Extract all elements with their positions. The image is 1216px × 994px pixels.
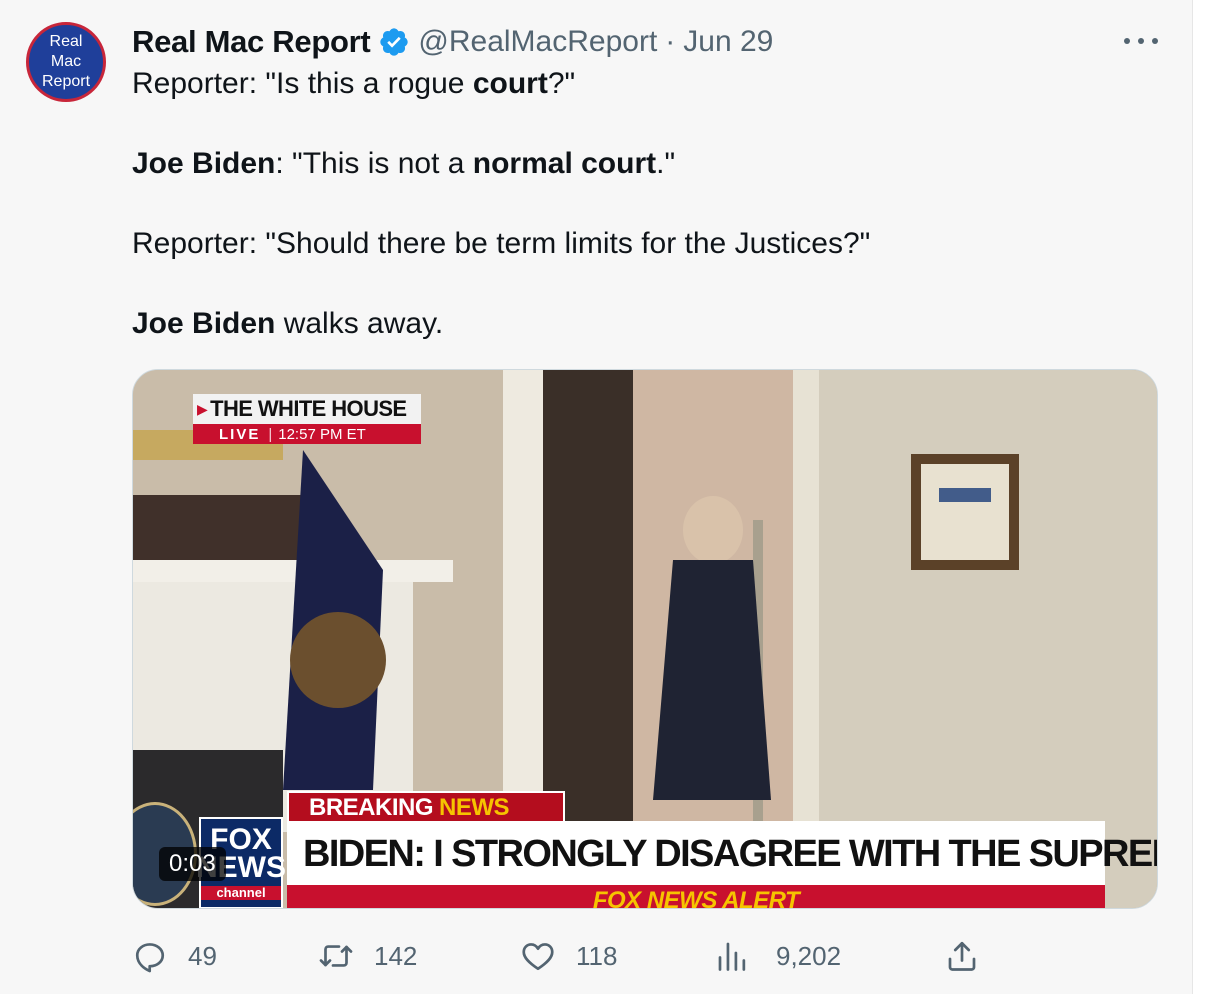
- avatar-line: Mac: [50, 53, 82, 70]
- scrollbar-gutter: [1192, 0, 1216, 994]
- display-name[interactable]: Real Mac Report: [132, 24, 371, 60]
- views-icon: [718, 942, 746, 971]
- tweet-text: Reporter: "Is this a rogue court?" Joe B…: [132, 64, 1152, 344]
- text-run: walks away.: [275, 307, 444, 340]
- avatar[interactable]: Real Mac Report: [26, 22, 106, 102]
- separator-dot: ·: [665, 25, 676, 58]
- play-triangle-icon: ▶: [197, 400, 208, 417]
- tweet-date[interactable]: Jun 29: [683, 25, 773, 59]
- views-count: 9,202: [776, 940, 842, 971]
- tweet-line: Reporter: "Should there be term limits f…: [132, 224, 1152, 264]
- text-run: Reporter: "Should there be term limits f…: [132, 227, 871, 260]
- like-count: 118: [576, 940, 618, 971]
- bold-text: Joe Biden: [132, 147, 276, 180]
- video-timestamp: 0:03: [159, 847, 226, 881]
- like-icon: [522, 943, 554, 971]
- more-icon[interactable]: [1124, 28, 1158, 54]
- headline-chyron: BIDEN: I STRONGLY DISAGREE WITH THE SUPR…: [287, 821, 1157, 887]
- breaking-label: BREAKING: [309, 794, 434, 821]
- live-chip: ▶ THE WHITE HOUSE LIVE | 12:57 PM ET: [193, 394, 421, 446]
- verified-badge-icon[interactable]: [378, 26, 410, 58]
- text-run: .": [656, 147, 676, 180]
- retweet-icon: [319, 945, 353, 967]
- bold-text: court: [472, 67, 548, 100]
- breaking-news-label: NEWS: [439, 794, 510, 821]
- reply-count: 49: [188, 940, 217, 971]
- retweet-count: 142: [374, 940, 418, 971]
- avatar-line: Real: [49, 33, 83, 50]
- reply-icon: [135, 943, 165, 973]
- retweet-button[interactable]: 142: [318, 935, 417, 977]
- alert-chyron: FOX NEWS ALERT: [287, 885, 1105, 908]
- tweet-header: Real Mac Report @RealMacReport · Jun 29: [132, 22, 773, 62]
- tweet-line: Joe Biden: "This is not a normal court.": [132, 144, 1152, 184]
- live-time: 12:57 PM ET: [278, 425, 366, 443]
- views-button[interactable]: 9,202: [714, 935, 841, 977]
- tweet-line: Reporter: "Is this a rogue court?": [132, 64, 1152, 104]
- video-player[interactable]: ▶ THE WHITE HOUSE LIVE | 12:57 PM ET BREA…: [132, 369, 1158, 909]
- text-run: ?": [547, 67, 576, 100]
- text-run: Reporter: "Is this a rogue: [132, 67, 473, 100]
- user-handle[interactable]: @RealMacReport: [418, 25, 657, 59]
- reply-button[interactable]: 49: [132, 935, 217, 977]
- share-icon: [948, 941, 976, 971]
- bold-text: normal court: [472, 147, 657, 180]
- like-button[interactable]: 118: [520, 935, 617, 977]
- tweet-line: Joe Biden walks away.: [132, 304, 1152, 344]
- breaking-news-banner: BREAKING NEWS: [287, 791, 565, 825]
- bold-text: Joe Biden: [132, 307, 276, 340]
- white-house-label: THE WHITE HOUSE: [210, 396, 407, 421]
- text-run: : "This is not a: [275, 147, 473, 180]
- avatar-line: Report: [41, 73, 91, 90]
- action-bar: 49 142 118 9,202: [132, 935, 982, 977]
- live-label: LIVE: [219, 425, 261, 443]
- live-separator: |: [268, 425, 273, 443]
- share-button[interactable]: [944, 935, 980, 977]
- logo-channel-text: channel: [201, 886, 281, 900]
- tweet[interactable]: Real Mac Report Real Mac Report @RealMac…: [0, 0, 1192, 994]
